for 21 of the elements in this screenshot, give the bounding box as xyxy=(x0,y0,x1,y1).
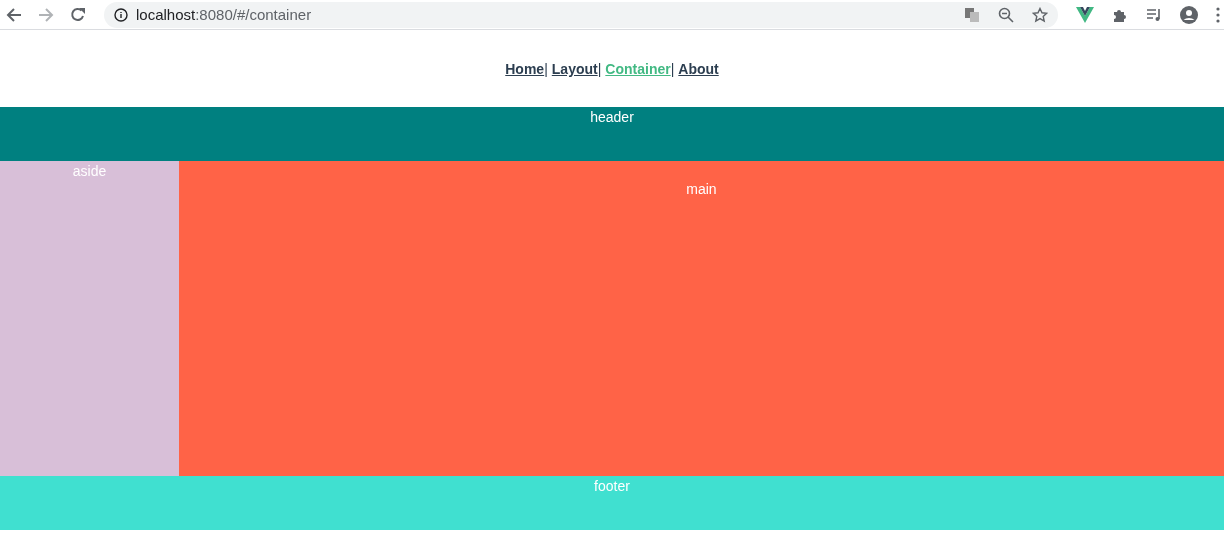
playlist-icon[interactable] xyxy=(1146,6,1162,23)
star-icon[interactable] xyxy=(1032,6,1048,23)
reload-icon[interactable] xyxy=(70,6,86,23)
separator: | xyxy=(544,61,548,77)
info-icon[interactable] xyxy=(114,7,128,22)
zoom-out-icon[interactable] xyxy=(998,6,1014,23)
url-text: localhost:8080/#/container xyxy=(136,6,312,23)
footer-label: footer xyxy=(594,478,630,494)
v-logo-icon[interactable] xyxy=(1076,6,1094,23)
main-label: main xyxy=(686,181,717,197)
address-bar[interactable]: localhost:8080/#/container xyxy=(104,1,1058,28)
separator: | xyxy=(670,61,675,77)
header-label: header xyxy=(590,109,634,125)
back-icon[interactable] xyxy=(6,6,22,23)
nav-link[interactable]: Layout xyxy=(551,61,598,77)
aside-label: aside xyxy=(72,163,107,179)
more-icon[interactable] xyxy=(1216,6,1220,23)
separator: | xyxy=(597,61,602,77)
nav-link[interactable]: About xyxy=(678,61,719,77)
account-icon[interactable] xyxy=(1180,5,1198,24)
translate-icon[interactable] xyxy=(964,6,980,23)
